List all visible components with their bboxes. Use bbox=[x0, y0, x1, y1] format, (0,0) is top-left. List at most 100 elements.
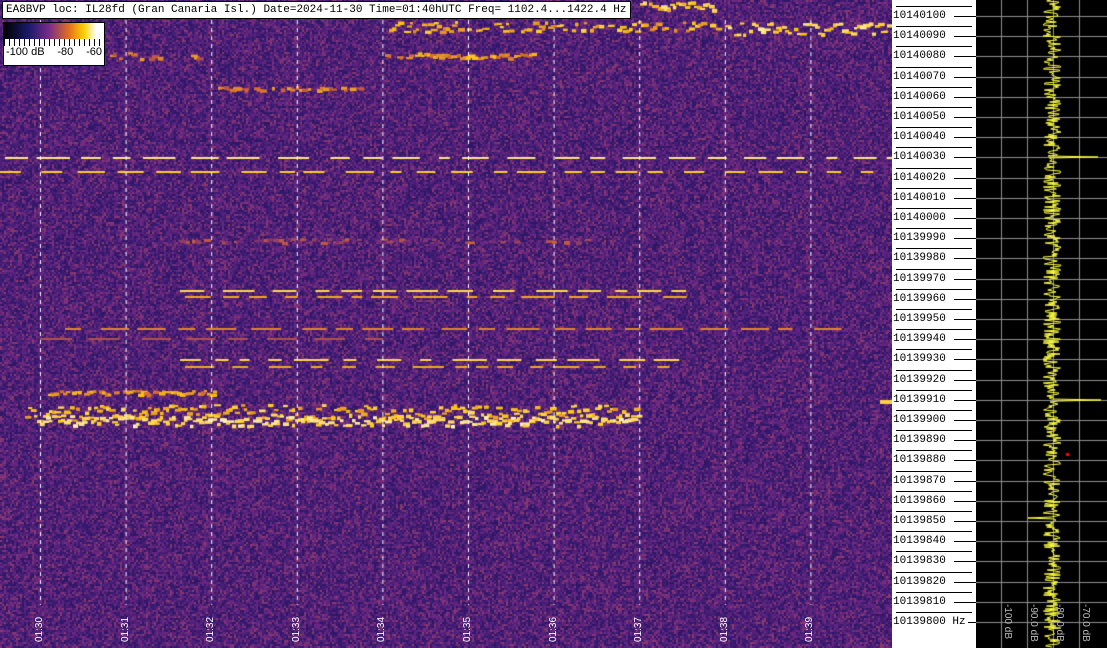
freq-minor-tick bbox=[896, 389, 972, 391]
freq-tick bbox=[954, 521, 976, 522]
time-label: 01:34 bbox=[376, 616, 388, 642]
freq-label: 10140000 bbox=[893, 212, 946, 224]
power-label: -100 dB bbox=[1002, 604, 1013, 640]
freq-minor-tick bbox=[896, 208, 972, 209]
freq-tick bbox=[954, 500, 976, 502]
freq-minor-tick bbox=[896, 571, 972, 573]
freq-tick bbox=[954, 440, 976, 442]
freq-label: 10139910 bbox=[893, 393, 946, 406]
freq-tick bbox=[954, 56, 976, 58]
freq-minor-tick bbox=[896, 127, 972, 129]
time-label: 01:31 bbox=[119, 616, 131, 642]
freq-label: 10139990 bbox=[893, 232, 946, 245]
freq-tick bbox=[954, 298, 976, 300]
freq-tick bbox=[954, 601, 976, 603]
legend-max: -60 bbox=[86, 46, 102, 58]
freq-tick bbox=[954, 339, 976, 341]
freq-label: 10139960 bbox=[893, 292, 946, 305]
freq-label: 10139860 bbox=[893, 494, 946, 507]
freq-tick bbox=[954, 76, 976, 78]
freq-tick bbox=[954, 197, 976, 199]
freq-label: 10139840 bbox=[893, 535, 946, 548]
freq-minor-tick bbox=[896, 329, 972, 331]
freq-tick bbox=[954, 420, 976, 421]
legend-min: -100 dB bbox=[6, 46, 45, 58]
freq-minor-tick bbox=[896, 46, 972, 48]
freq-minor-tick bbox=[896, 591, 972, 593]
freq-label: 10139880 bbox=[893, 454, 946, 467]
color-scale-legend: -100 dB -80 -60 bbox=[3, 22, 105, 66]
freq-tick bbox=[954, 96, 976, 98]
freq-tick bbox=[954, 480, 976, 482]
freq-minor-tick bbox=[896, 248, 972, 250]
time-label: 01:36 bbox=[547, 616, 559, 642]
freq-label: 10139930 bbox=[893, 353, 946, 366]
freq-label: 10140030 bbox=[893, 151, 946, 164]
freq-minor-tick bbox=[896, 86, 972, 88]
freq-minor-tick bbox=[896, 511, 972, 512]
time-label: 01:30 bbox=[34, 616, 45, 642]
freq-tick bbox=[954, 36, 976, 38]
power-label: -80.0 dB bbox=[1054, 604, 1065, 642]
freq-label: 10139800 Hz bbox=[893, 616, 966, 628]
freq-tick bbox=[954, 379, 976, 381]
freq-minor-tick bbox=[896, 228, 972, 230]
freq-minor-tick bbox=[896, 369, 972, 371]
color-scale-ticks bbox=[4, 39, 104, 46]
freq-label: 10139820 bbox=[893, 575, 946, 588]
spectrogram bbox=[0, 0, 892, 648]
freq-label: 10139830 bbox=[893, 555, 946, 568]
freq-minor-tick bbox=[896, 288, 972, 290]
power-label: -90.0 dB bbox=[1028, 604, 1039, 642]
freq-label: 10139900 bbox=[893, 414, 946, 426]
freq-minor-tick bbox=[896, 349, 972, 351]
freq-tick bbox=[954, 177, 976, 179]
freq-label: 10140070 bbox=[893, 70, 946, 83]
title-bar: EA8BVP loc: IL28fd (Gran Canaria Isl.) D… bbox=[2, 1, 631, 19]
freq-label: 10140100 bbox=[893, 10, 946, 22]
time-label: 01:35 bbox=[462, 616, 473, 642]
freq-minor-tick bbox=[896, 490, 972, 492]
frequency-axis: 10140100 10140090 10140080 10140070 10140060… bbox=[892, 0, 976, 648]
time-label: 01:33 bbox=[290, 616, 302, 642]
freq-minor-tick bbox=[896, 551, 972, 553]
freq-minor-tick bbox=[896, 430, 972, 432]
freq-label: 10139980 bbox=[893, 252, 946, 265]
freq-minor-tick bbox=[896, 187, 972, 189]
freq-tick bbox=[954, 16, 976, 17]
freq-tick bbox=[954, 157, 976, 159]
freq-label: 10139950 bbox=[893, 313, 946, 325]
freq-minor-tick bbox=[896, 410, 972, 411]
freq-label: 10140010 bbox=[893, 191, 946, 204]
freq-minor-tick bbox=[896, 167, 972, 169]
freq-minor-tick bbox=[896, 470, 972, 472]
freq-tick bbox=[954, 117, 976, 118]
freq-label: 10139890 bbox=[893, 434, 946, 447]
freq-tick bbox=[954, 258, 976, 260]
freq-label: 10139870 bbox=[893, 474, 946, 487]
legend-mid: -80 bbox=[57, 46, 74, 58]
freq-label: 10140040 bbox=[893, 131, 946, 144]
freq-tick bbox=[968, 622, 976, 623]
freq-minor-tick bbox=[896, 450, 972, 452]
freq-label: 10139850 bbox=[893, 515, 946, 527]
freq-tick bbox=[954, 399, 976, 401]
freq-minor-tick bbox=[896, 268, 972, 270]
freq-minor-tick bbox=[896, 147, 972, 149]
freq-minor-tick bbox=[896, 26, 972, 28]
time-label: 01:38 bbox=[718, 616, 730, 642]
power-label: -70.0 dB bbox=[1080, 604, 1091, 642]
color-scale-bar bbox=[4, 23, 104, 39]
freq-tick bbox=[954, 218, 976, 219]
freq-tick bbox=[954, 561, 976, 563]
freq-label: 10139920 bbox=[893, 373, 946, 386]
freq-tick bbox=[954, 581, 976, 583]
freq-label: 10139810 bbox=[893, 595, 946, 608]
freq-tick bbox=[954, 541, 976, 543]
freq-label: 10139940 bbox=[893, 333, 946, 346]
freq-label: 10140090 bbox=[893, 30, 946, 43]
freq-minor-tick bbox=[896, 107, 972, 108]
freq-label: 10140020 bbox=[893, 171, 946, 184]
freq-minor-tick bbox=[896, 531, 972, 533]
freq-minor-tick bbox=[896, 612, 972, 613]
